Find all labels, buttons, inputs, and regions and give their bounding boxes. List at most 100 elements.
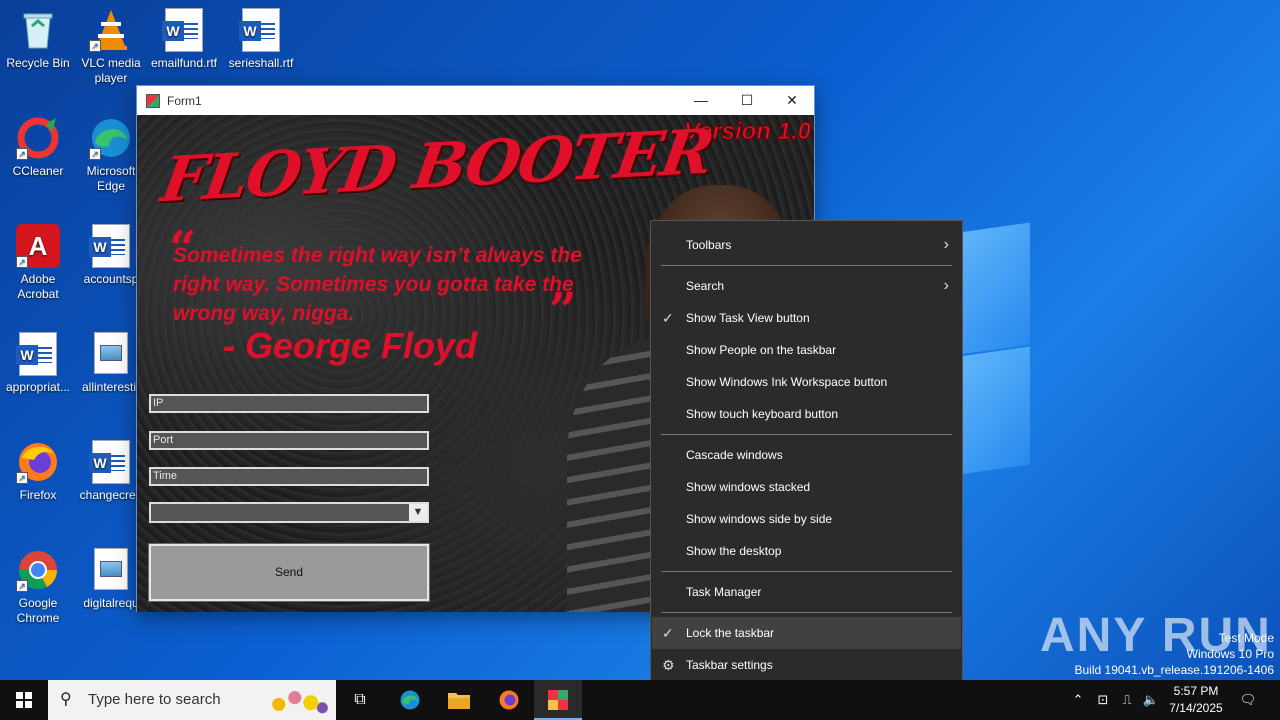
desktop-icon-label: Adobe Acrobat: [17, 272, 59, 301]
menu-item-label: Show touch keyboard button: [686, 407, 839, 421]
desktop-icon-chrome[interactable]: ↗ Google Chrome: [0, 548, 76, 626]
desktop-icon-emailfund[interactable]: W emailfund.rtf: [146, 8, 222, 71]
menu-item-label: Show windows side by side: [686, 512, 833, 526]
desktop-icon-label: accountsp: [83, 272, 139, 286]
port-input[interactable]: Port: [149, 431, 429, 450]
desktop-icon-appropriat[interactable]: W appropriat...: [0, 332, 76, 395]
clock-date: 7/14/2025: [1169, 701, 1223, 715]
checkmark-icon: ✓: [662, 310, 674, 326]
volume-icon[interactable]: 🔈: [1140, 680, 1162, 720]
checkmark-icon: ✓: [662, 625, 674, 641]
menu-item-task-view[interactable]: ✓ Show Task View button: [652, 302, 961, 334]
shortcut-arrow-icon: ↗: [16, 580, 28, 592]
menu-item-stacked[interactable]: Show windows stacked: [652, 471, 961, 503]
test-mode-label: Test Mode: [1218, 631, 1274, 645]
ccleaner-icon: ↗: [16, 116, 60, 160]
quote-close-mark: ”: [549, 283, 577, 339]
app-icon: [146, 93, 160, 108]
menu-item-task-manager[interactable]: Task Manager: [652, 576, 961, 608]
firefox-icon: [499, 690, 519, 710]
menu-item-label: Lock the taskbar: [686, 626, 775, 640]
menu-item-side-by-side[interactable]: Show windows side by side: [652, 503, 961, 535]
desktop-icon-label: Microsoft Edge: [86, 164, 136, 193]
menu-item-label: Show Task View button: [686, 311, 810, 325]
search-icon: ⚲: [60, 691, 72, 708]
taskbar-form1-button[interactable]: [534, 680, 582, 720]
menu-separator: [661, 571, 952, 572]
taskbar-context-menu: Toolbars › Search › ✓ Show Task View but…: [650, 220, 963, 690]
task-view-icon: ⧉: [354, 691, 366, 708]
shortcut-arrow-icon: ↗: [89, 40, 101, 52]
firefox-icon: ↗: [16, 440, 60, 484]
desktop-icon-acrobat[interactable]: A ↗ Adobe Acrobat: [0, 224, 76, 302]
taskbar[interactable]: ⚲ Type here to search ⧉ ⌃ ⊡ ⎍ 🔈 5:57 PM …: [0, 680, 1280, 720]
chrome-icon: ↗: [16, 548, 60, 592]
vlc-icon: ↗: [89, 8, 133, 52]
menu-separator: [661, 612, 952, 613]
desktop-icon-vlc[interactable]: ↗ VLC media player: [73, 8, 149, 86]
desktop-icon-label: Recycle Bin: [6, 56, 70, 70]
menu-item-lock-taskbar[interactable]: ✓ Lock the taskbar: [652, 617, 961, 649]
taskbar-firefox-button[interactable]: [485, 680, 533, 720]
desktop-icon-label: Firefox: [19, 488, 57, 502]
desktop-icon-recycle-bin[interactable]: Recycle Bin: [0, 8, 76, 71]
desktop-icon-ccleaner[interactable]: ↗ CCleaner: [0, 116, 76, 179]
desktop-icon-label: changecrea: [79, 488, 143, 502]
menu-item-label: Search: [686, 279, 725, 293]
menu-item-cascade[interactable]: Cascade windows: [652, 439, 961, 471]
desktop-icon-label: appropriat...: [5, 380, 71, 394]
maximize-button[interactable]: ☐: [724, 86, 770, 115]
method-dropdown[interactable]: ▼: [149, 502, 429, 523]
quote-text: Sometimes the right way isn’t always the…: [173, 244, 582, 325]
minimize-button[interactable]: —: [678, 86, 724, 115]
shortcut-arrow-icon: ↗: [16, 472, 28, 484]
menu-item-search[interactable]: Search ›: [652, 270, 961, 302]
word-doc-icon: W: [89, 440, 133, 484]
title-bar[interactable]: Form1 — ☐ ✕: [137, 86, 814, 115]
word-doc-icon: W: [89, 224, 133, 268]
taskbar-explorer-button[interactable]: [435, 680, 483, 720]
menu-item-ink-workspace[interactable]: Show Windows Ink Workspace button: [652, 366, 961, 398]
menu-item-show-desktop[interactable]: Show the desktop: [652, 535, 961, 567]
window-title: Form1: [167, 93, 202, 108]
desktop-icon-firefox[interactable]: ↗ Firefox: [0, 440, 76, 503]
send-button[interactable]: Send: [148, 543, 430, 602]
time-input[interactable]: Time: [149, 467, 429, 486]
desktop-icon-label: emailfund.rtf: [150, 56, 218, 70]
menu-item-label: Show Windows Ink Workspace button: [686, 375, 888, 389]
desktop-icon-label: allinterestir: [81, 380, 141, 394]
menu-item-label: Task Manager: [686, 585, 762, 599]
desktop-icon-label: Google Chrome: [16, 596, 60, 625]
network-status-icon[interactable]: ⊡: [1092, 680, 1114, 720]
shortcut-arrow-icon: ↗: [16, 256, 28, 268]
chevron-down-icon[interactable]: ▼: [409, 504, 427, 521]
windows-start-icon: [16, 691, 32, 708]
notifications-icon[interactable]: 🗨: [1236, 680, 1260, 720]
system-clock[interactable]: 5:57 PM 7/14/2025: [1160, 683, 1232, 717]
desktop-icon-label: digitalrequ: [83, 596, 139, 610]
tray-overflow-chevron-icon[interactable]: ⌃: [1068, 680, 1088, 720]
taskbar-edge-button[interactable]: [386, 680, 434, 720]
menu-item-label: Show People on the taskbar: [686, 343, 837, 357]
desktop-icon-serieshall[interactable]: W serieshall.rtf: [223, 8, 299, 71]
desktop-icon-label: VLC media player: [81, 56, 141, 85]
taskbar-search-box[interactable]: ⚲ Type here to search: [48, 680, 336, 720]
task-view-button[interactable]: ⧉: [336, 680, 384, 720]
menu-item-label: Cascade windows: [686, 448, 783, 462]
menu-item-toolbars[interactable]: Toolbars ›: [652, 229, 961, 261]
menu-item-touch-keyboard[interactable]: Show touch keyboard button: [652, 398, 961, 430]
close-button[interactable]: ✕: [769, 86, 815, 115]
folder-icon: [448, 692, 470, 709]
menu-item-label: Toolbars: [686, 238, 732, 252]
test-mode-watermark: Test Mode Windows 10 Pro Build 19041.vb_…: [1075, 630, 1275, 678]
menu-item-label: Show the desktop: [686, 544, 782, 558]
form1-app-icon: [548, 689, 568, 710]
menu-item-taskbar-settings[interactable]: ⚙ Taskbar settings: [652, 649, 961, 681]
edition-label: Windows 10 Pro: [1186, 647, 1274, 661]
ip-input[interactable]: IP: [149, 394, 429, 413]
network-icon[interactable]: ⎍: [1116, 680, 1138, 720]
start-button[interactable]: [0, 680, 48, 720]
search-placeholder: Type here to search: [88, 691, 221, 708]
menu-item-people[interactable]: Show People on the taskbar: [652, 334, 961, 366]
chevron-right-icon: ›: [943, 277, 949, 294]
